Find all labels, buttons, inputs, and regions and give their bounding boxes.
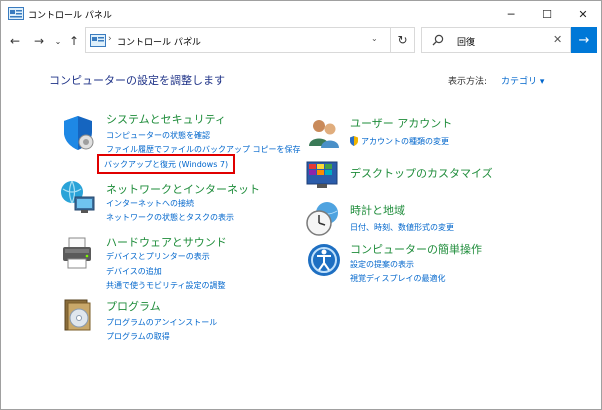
uac-shield-icon (350, 136, 358, 146)
category-network-internet[interactable]: ネットワークとインターネット (106, 181, 260, 197)
link-connect-internet[interactable]: インターネットへの接続 (106, 198, 194, 209)
category-desktop-customization[interactable]: デスクトップのカスタマイズ (350, 165, 493, 181)
close-button[interactable]: ✕ (565, 1, 601, 27)
link-add-device[interactable]: デバイスの追加 (106, 266, 162, 277)
control-panel-window: コントロール パネル ─ ☐ ✕ ← → ⌄ ↑ › コントロール パネル › … (0, 0, 602, 410)
breadcrumb-chevron-icon[interactable]: › (108, 34, 112, 44)
category-system-security[interactable]: システムとセキュリティ (106, 111, 226, 127)
shield-icon[interactable] (59, 114, 97, 152)
user-accounts-icon[interactable] (305, 114, 343, 152)
link-mobility-settings[interactable]: 共通で使うモビリティ設定の調整 (106, 280, 226, 291)
view-by-label: 表示方法: (448, 77, 488, 87)
link-change-date-time-format[interactable]: 日付、時刻、数値形式の変更 (350, 222, 454, 233)
programs-disc-icon[interactable] (59, 296, 97, 334)
link-check-computer-status[interactable]: コンピューターの状態を確認 (106, 130, 210, 141)
up-button[interactable]: ↑ (65, 32, 83, 50)
address-bar[interactable]: › コントロール パネル › ⌄ (85, 27, 391, 53)
link-get-programs[interactable]: プログラムの取得 (106, 331, 170, 342)
desktop-customize-icon[interactable] (305, 154, 343, 192)
clear-search-icon[interactable]: ✕ (553, 33, 562, 46)
link-change-account-type[interactable]: アカウントの種類の変更 (361, 136, 449, 147)
refresh-button[interactable]: ↻ (391, 27, 415, 53)
page-title: コンピューターの設定を調整します (49, 74, 225, 87)
link-devices-printers[interactable]: デバイスとプリンターの表示 (106, 251, 210, 262)
category-clock-region[interactable]: 時計と地域 (350, 202, 405, 218)
link-optimize-visual-display[interactable]: 視覚ディスプレイの最適化 (350, 273, 445, 284)
title-bar: コントロール パネル ─ ☐ ✕ (1, 1, 601, 27)
control-panel-app-icon (8, 7, 24, 20)
clock-globe-icon[interactable] (305, 199, 343, 237)
maximize-button[interactable]: ☐ (529, 1, 565, 27)
back-button[interactable]: ← (6, 32, 24, 50)
minimize-button[interactable]: ─ (493, 1, 529, 27)
category-ease-of-access[interactable]: コンピューターの簡単操作 (350, 241, 482, 257)
view-by-dropdown[interactable]: カテゴリ ▾ (501, 74, 544, 87)
address-dropdown-icon[interactable]: ⌄ (371, 34, 378, 43)
category-hardware-sound[interactable]: ハードウェアとサウンド (106, 234, 227, 250)
link-settings-suggestions[interactable]: 設定の提案の表示 (350, 259, 414, 270)
printer-icon[interactable] (59, 234, 97, 272)
window-title: コントロール パネル (28, 11, 112, 21)
category-user-accounts[interactable]: ユーザー アカウント (350, 115, 452, 131)
search-input[interactable]: 回復 (457, 35, 475, 48)
link-uninstall-program[interactable]: プログラムのアンインストール (106, 317, 217, 328)
search-box[interactable]: 回復 ✕ (421, 27, 571, 53)
control-panel-small-icon (90, 34, 106, 47)
ease-of-access-icon[interactable] (305, 241, 343, 279)
network-globe-icon[interactable] (59, 179, 97, 217)
category-programs[interactable]: プログラム (106, 298, 161, 314)
navigation-bar: ← → ⌄ ↑ › コントロール パネル › ⌄ ↻ 回復 ✕ → (1, 27, 601, 55)
go-button[interactable]: → (571, 27, 597, 53)
highlight-box (97, 154, 235, 174)
forward-button[interactable]: → (30, 32, 48, 50)
search-icon (432, 34, 444, 46)
link-network-status[interactable]: ネットワークの状態とタスクの表示 (106, 212, 234, 223)
breadcrumb-chevron-icon[interactable]: › (189, 34, 193, 44)
